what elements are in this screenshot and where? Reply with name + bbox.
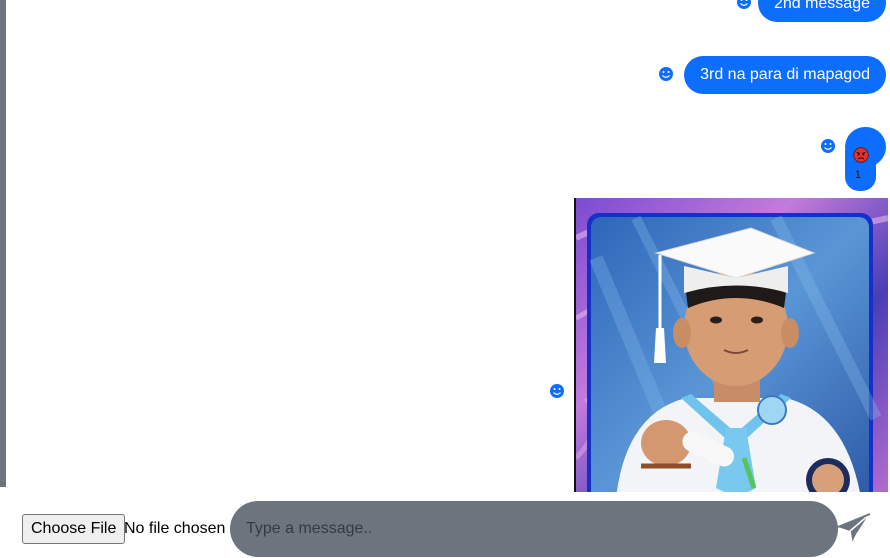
message-bubble[interactable]: 2nd message <box>757 0 886 22</box>
message-bubble[interactable]: 3rd na para di mapagod <box>684 56 886 94</box>
react-smiley-icon[interactable] <box>658 66 674 82</box>
react-smiley-icon[interactable] <box>820 138 836 154</box>
react-smiley-icon[interactable] <box>736 0 752 10</box>
chat-window: 2nd message 3rd na para di mapagod 1 Cho… <box>0 0 890 558</box>
image-message[interactable] <box>574 198 888 492</box>
reaction-count: 1 <box>854 169 861 181</box>
message-list[interactable]: 2nd message 3rd na para di mapagod 1 <box>6 0 890 492</box>
choose-file-button[interactable]: Choose File <box>22 514 126 544</box>
send-button[interactable] <box>836 510 874 548</box>
message-input[interactable] <box>230 501 838 557</box>
file-status-text: No file chosen <box>124 520 226 537</box>
angry-face-icon <box>853 147 869 163</box>
graduation-photo-image <box>576 198 888 492</box>
react-smiley-icon[interactable] <box>549 383 565 399</box>
send-icon <box>837 513 871 545</box>
